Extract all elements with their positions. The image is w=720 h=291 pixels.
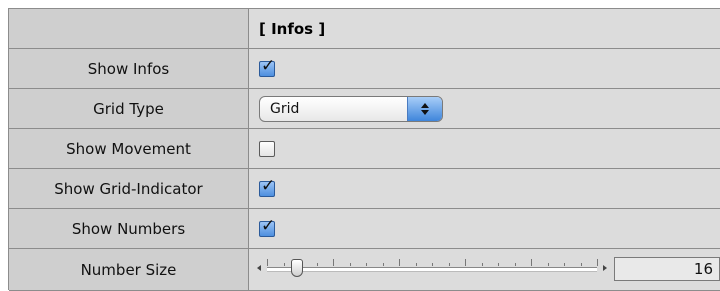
grid-type-select[interactable]: Grid bbox=[259, 95, 443, 122]
arrow-down-icon bbox=[421, 109, 429, 115]
row-show-movement: Show Movement bbox=[9, 129, 720, 169]
row-show-numbers: Show Numbers ✓ bbox=[9, 209, 720, 249]
header-empty-cell bbox=[9, 9, 249, 48]
slider-tick bbox=[531, 259, 532, 266]
slider-ticks bbox=[267, 259, 598, 267]
show-movement-checkbox[interactable] bbox=[259, 140, 275, 157]
show-grid-indicator-checkbox[interactable]: ✓ bbox=[259, 175, 276, 197]
slider-tick bbox=[283, 263, 285, 266]
arrow-left-icon[interactable] bbox=[257, 265, 261, 271]
slider-tick bbox=[564, 263, 565, 266]
slider-tick bbox=[597, 259, 598, 266]
slider-tick bbox=[349, 263, 351, 266]
row-value: ✓ bbox=[249, 209, 720, 248]
number-size-value-field[interactable]: 16 bbox=[614, 257, 720, 281]
row-value: ✓ bbox=[249, 49, 720, 88]
number-size-slider[interactable] bbox=[257, 258, 607, 280]
slider-tick bbox=[267, 259, 268, 266]
row-label: Show Movement bbox=[9, 129, 249, 168]
grid-type-selected-value: Grid bbox=[270, 100, 300, 117]
row-show-infos: Show Infos ✓ bbox=[9, 49, 720, 89]
slider-tick bbox=[432, 263, 433, 266]
section-title: [ Infos ] bbox=[249, 9, 720, 48]
row-grid-type: Grid Type Grid bbox=[9, 89, 720, 129]
slider-tick bbox=[465, 259, 466, 266]
slider-tick bbox=[399, 259, 400, 266]
slider-tick bbox=[333, 259, 334, 266]
slider-tick bbox=[481, 263, 483, 266]
slider-tick bbox=[514, 263, 516, 266]
row-label: Show Numbers bbox=[9, 209, 249, 248]
arrow-up-icon bbox=[421, 102, 429, 108]
slider-tick bbox=[382, 263, 384, 266]
row-label: Show Grid-Indicator bbox=[9, 169, 249, 208]
row-number-size: Number Size 16 bbox=[9, 249, 720, 291]
slider-tick bbox=[580, 263, 582, 266]
check-icon: ✓ bbox=[261, 175, 276, 196]
slider-tick bbox=[547, 263, 549, 266]
row-value: 16 bbox=[249, 249, 720, 290]
slider-track[interactable] bbox=[267, 267, 597, 272]
infos-settings-table: [ Infos ] Show Infos ✓ Grid Type Grid Sh… bbox=[8, 8, 720, 291]
row-value bbox=[249, 129, 720, 168]
row-label: Show Infos bbox=[9, 49, 249, 88]
row-value: Grid bbox=[249, 89, 720, 128]
check-icon: ✓ bbox=[261, 55, 276, 76]
row-value: ✓ bbox=[249, 169, 720, 208]
show-infos-checkbox[interactable]: ✓ bbox=[259, 55, 276, 77]
show-numbers-checkbox[interactable]: ✓ bbox=[259, 215, 276, 237]
row-label: Grid Type bbox=[9, 89, 249, 128]
slider-tick bbox=[316, 263, 318, 266]
check-icon: ✓ bbox=[261, 215, 276, 236]
slider-tick bbox=[448, 263, 450, 266]
slider-tick bbox=[415, 263, 417, 266]
slider-thumb[interactable] bbox=[290, 259, 303, 277]
up-down-arrows-icon[interactable] bbox=[407, 96, 442, 121]
section-header-row: [ Infos ] bbox=[9, 9, 720, 49]
slider-tick bbox=[366, 263, 367, 266]
row-label: Number Size bbox=[9, 249, 249, 290]
slider-tick bbox=[498, 263, 499, 266]
row-show-grid-indicator: Show Grid-Indicator ✓ bbox=[9, 169, 720, 209]
arrow-right-icon[interactable] bbox=[603, 265, 607, 271]
